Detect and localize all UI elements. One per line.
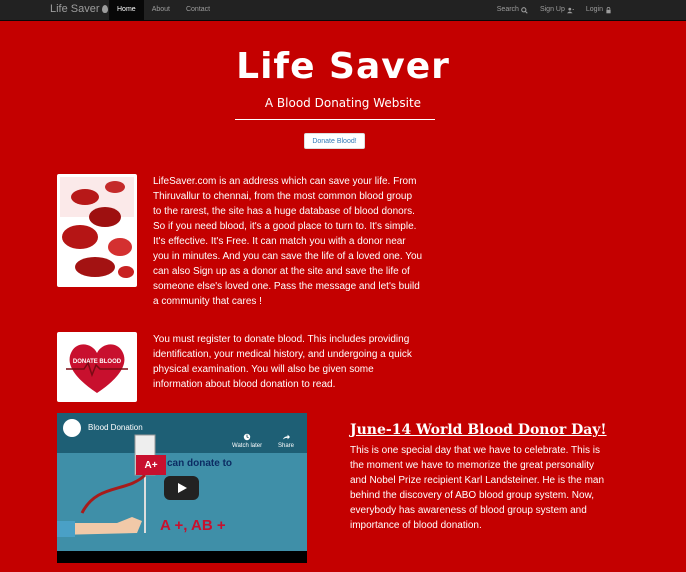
nav-about[interactable]: About (144, 0, 178, 20)
donate-badge-text: DONATE BLOOD (73, 359, 122, 365)
play-button[interactable] (164, 476, 199, 500)
can-donate-label: can donate to (167, 458, 233, 469)
nav-search-label: Search (496, 6, 519, 13)
nav-contact[interactable]: Contact (178, 0, 218, 20)
blood-cells-image (57, 174, 137, 287)
hero-title: Life Saver (236, 46, 450, 87)
register-paragraph: You must register to donate blood. This … (153, 334, 412, 390)
donate-blood-button[interactable]: Donate Blood! (304, 133, 365, 149)
clock-icon (243, 433, 251, 441)
nav-right: Search Sign Up Login (491, 0, 618, 20)
blood-cells-illustration (60, 177, 134, 284)
hero-divider (235, 119, 435, 120)
watch-later-label: Watch later (232, 443, 263, 449)
brand-name: Life Saver (50, 3, 100, 15)
nav-home[interactable]: Home (109, 0, 144, 20)
channel-logo[interactable] (63, 419, 81, 437)
drop-icon (101, 5, 108, 13)
share-button[interactable]: Share (278, 433, 294, 449)
donate-blood-picture: DONATE BLOOD (60, 335, 134, 399)
brand-link[interactable]: Life Saver (50, 3, 108, 15)
blood-cells-picture (60, 177, 134, 284)
hero-subtitle: A Blood Donating Website (264, 96, 422, 110)
video-footer (57, 551, 307, 563)
nav-signup[interactable]: Sign Up (534, 0, 580, 20)
navbar: Life Saver Home About Contact Search Sig… (0, 0, 686, 21)
nav-left: Home About Contact (109, 0, 218, 20)
heart-icon: DONATE BLOOD (60, 335, 134, 399)
compatible-groups: A +, AB + (160, 517, 226, 534)
video-player[interactable]: Blood Donation Watch later Share A+ can … (57, 413, 307, 563)
search-icon (521, 6, 528, 14)
nav-signup-label: Sign Up (539, 6, 565, 13)
donate-blood-image: DONATE BLOOD (57, 332, 137, 402)
nav-login[interactable]: Login (580, 0, 618, 20)
watch-later-button[interactable]: Watch later (232, 433, 262, 449)
intro-paragraph: LifeSaver.com is an address which can sa… (153, 176, 423, 307)
user-plus-icon (566, 7, 574, 13)
nav-search[interactable]: Search (491, 0, 534, 20)
event-title: June-14 World Blood Donor Day! (350, 422, 607, 438)
blood-group-badge: A+ (136, 455, 166, 475)
video-title[interactable]: Blood Donation (88, 423, 143, 432)
nav-login-label: Login (585, 6, 603, 13)
share-label: Share (278, 443, 295, 449)
event-paragraph: This is one special day that we have to … (350, 445, 605, 531)
share-icon (282, 434, 290, 440)
lock-icon (606, 6, 611, 13)
